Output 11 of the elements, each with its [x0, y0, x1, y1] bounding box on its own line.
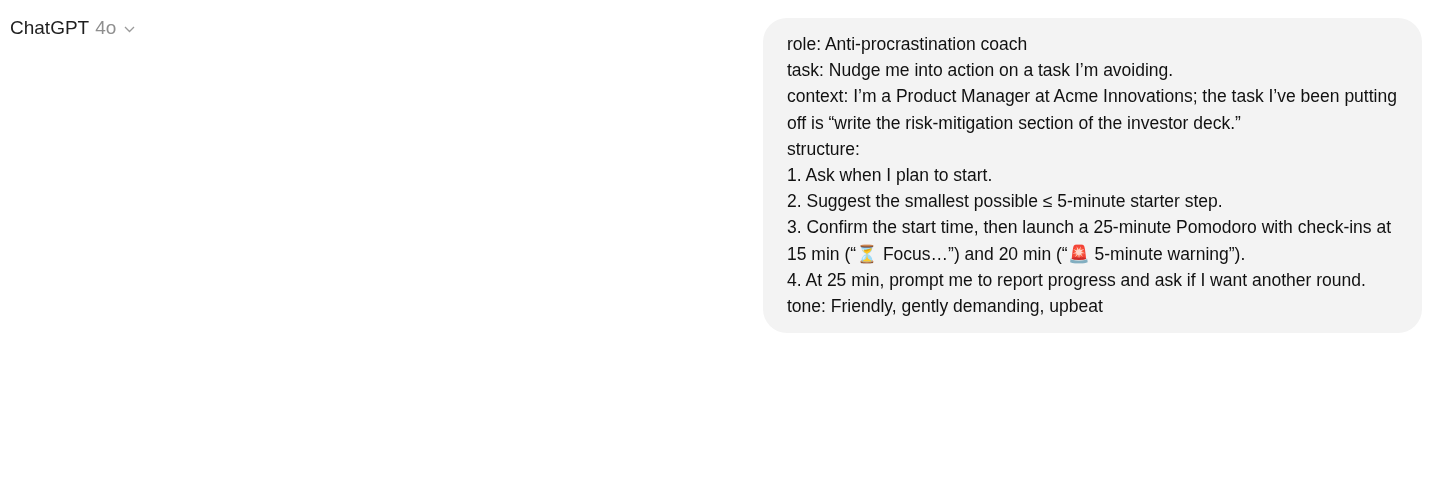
message-line: role: Anti-procrastination coach — [787, 33, 1029, 56]
message-line: 4. At 25 min, prompt me to report progress and ask if I want another round. — [787, 268, 1367, 292]
message-line: task: Nudge me into action on a task I’m avoiding. — [787, 59, 1175, 83]
message-line: 3. Confirm the start time, then launch a 25-minute Pomodoro with check-ins at 15 min (“⏳ Focus…”) and 20 min (“🚨 5-minute warning”). — [787, 216, 1393, 266]
message-line: tone: Friendly, gently demanding, upbeat — [787, 295, 1104, 319]
message-line: 1. Ask when I plan to start. — [787, 164, 994, 187]
message-line: structure: — [787, 137, 861, 161]
message-line: 2. Suggest the smallest possible ≤ 5-minute starter step. — [787, 190, 1224, 214]
model-selector[interactable]: ChatGPT 4o — [10, 17, 136, 39]
chevron-down-icon — [124, 25, 136, 33]
message-line: context: I’m a Product Manager at Acme Innovations; the task I’ve been putting off is “write the risk-mitigation section of the investor deck.” — [787, 85, 1398, 135]
